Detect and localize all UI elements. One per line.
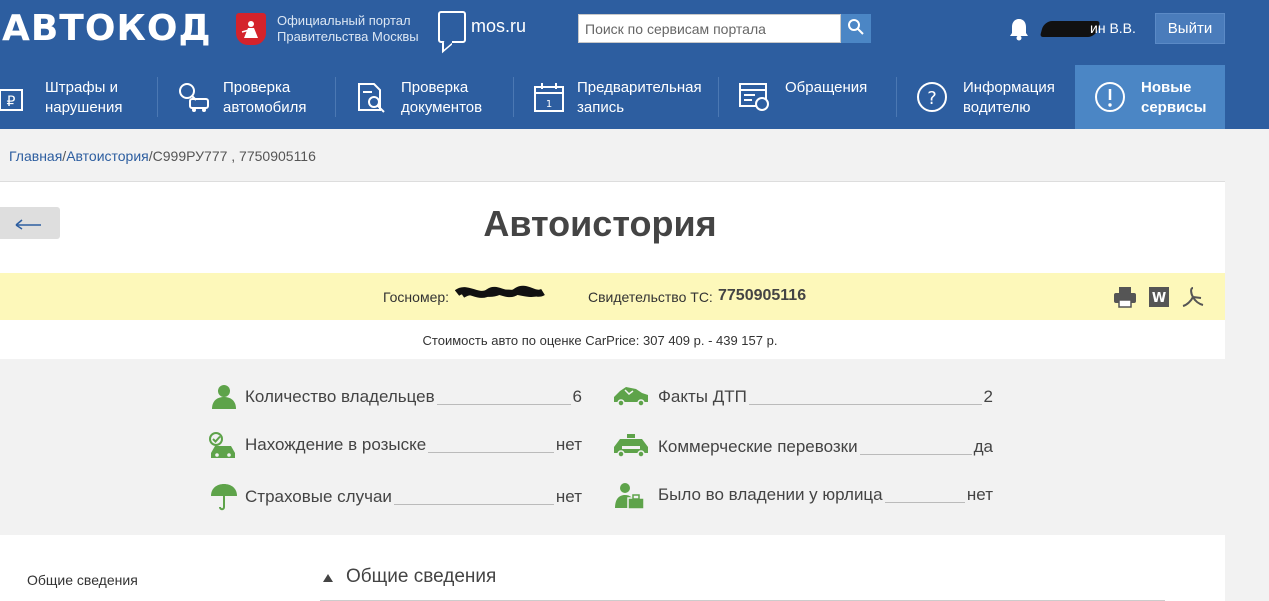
stat-value: нет — [553, 487, 582, 507]
carprice-estimate: Стоимость авто по оценке CarPrice: 307 4… — [422, 333, 778, 348]
portal-line-2: Правительства Москвы — [277, 29, 419, 44]
section-title-general-info[interactable]: Общие сведения — [346, 566, 496, 588]
bell-icon[interactable] — [1008, 17, 1030, 41]
stat-value: 6 — [570, 387, 582, 407]
stat-wanted: Нахождение в розыске нет — [207, 431, 582, 459]
taxi-icon — [614, 434, 648, 457]
nav-label-line1: Проверка — [223, 79, 291, 96]
stat-label: Было во владении у юрлица — [658, 485, 885, 505]
nav-item-fines[interactable]: ₽ Штрафы и нарушения — [0, 65, 157, 129]
user-menu[interactable]: ин В.В. — [1039, 20, 1142, 40]
stat-label: Количество владельцев — [245, 387, 437, 407]
pdf-icon[interactable] — [1181, 286, 1205, 308]
nav-label-line1: Проверка — [401, 79, 469, 96]
svg-text:1: 1 — [546, 99, 552, 110]
nav-label-line1: Новые — [1141, 79, 1192, 96]
breadcrumb-history[interactable]: Автоистория — [66, 148, 149, 164]
nav-label-line1: Обращения — [785, 79, 868, 96]
person-icon — [212, 385, 236, 409]
appeal-icon — [739, 83, 769, 111]
vehicle-info-bar: Госномер: Свидетельство ТС: 7750905116 W — [0, 273, 1225, 320]
page-title: Автоистория — [483, 203, 717, 244]
nav-item-driver-info[interactable]: ? Информация водителю — [897, 65, 1075, 129]
umbrella-icon — [211, 484, 237, 511]
portal-caption[interactable]: Официальный портал Правительства Москвы — [277, 13, 419, 45]
calendar-icon: 1 — [534, 83, 564, 112]
nav-item-check-car[interactable]: Проверка автомобиля — [158, 65, 335, 129]
search-input[interactable] — [578, 14, 841, 43]
print-icon[interactable] — [1113, 286, 1137, 308]
nav-item-check-documents[interactable]: Проверка документов — [336, 65, 513, 129]
plate-label: Госномер: — [383, 289, 450, 305]
stat-label: Коммерческие перевозки — [658, 437, 860, 457]
certificate-number: 7750905116 — [718, 287, 807, 304]
document-search-icon — [358, 83, 385, 113]
user-name: ин В.В. — [1090, 20, 1136, 36]
ruble-document-icon: ₽ — [0, 89, 23, 111]
nav-label-line2: сервисы — [1141, 99, 1207, 116]
search-button[interactable] — [841, 14, 871, 43]
nav-item-appeals[interactable]: Обращения — [719, 65, 896, 129]
exclamation-icon — [1095, 82, 1125, 112]
nav-label-line1: Информация — [963, 79, 1055, 96]
crashed-car-icon — [614, 387, 648, 407]
stat-value: да — [971, 437, 993, 457]
breadcrumb-current: С999РУ777 , 7750905116 — [152, 148, 316, 164]
speech-bubble-icon — [438, 11, 466, 43]
moscow-coat-of-arms-icon[interactable] — [236, 13, 266, 45]
nav-item-new-services[interactable]: Новые сервисы — [1075, 65, 1225, 129]
nav-label-line2: автомобиля — [223, 99, 307, 116]
sidebar-item-general-info[interactable]: Общие сведения — [27, 572, 138, 588]
svg-text:₽: ₽ — [7, 94, 16, 110]
certificate-label: Свидетельство ТС: — [588, 289, 713, 305]
nav-label-line1: Предварительная — [577, 79, 702, 96]
top-bar: АВТОКОД Официальный портал Правительства… — [0, 0, 1269, 65]
stat-accidents: Факты ДТП 2 — [612, 383, 993, 411]
svg-text:W: W — [1152, 291, 1166, 306]
collapse-arrow-icon[interactable] — [323, 574, 333, 582]
search-icon — [848, 19, 864, 35]
redaction-mark — [455, 285, 545, 298]
breadcrumb-home[interactable]: Главная — [9, 148, 62, 164]
nav-item-appointment[interactable]: 1 Предварительная запись — [514, 65, 718, 129]
car-search-icon — [179, 83, 209, 112]
mos-ru-link[interactable]: mos.ru — [471, 16, 526, 37]
breadcrumb: Главная/Автоистория/С999РУ777 , 77509051… — [9, 148, 316, 164]
stat-insurance: Страховые случаи нет — [210, 483, 582, 511]
nav-label-line2: водителю — [963, 99, 1031, 116]
stat-value: нет — [553, 435, 582, 455]
nav-label-line2: документов — [401, 99, 483, 116]
main-nav: ₽ Штрафы и нарушения Проверка автомобиля… — [0, 65, 1269, 129]
stat-label: Страховые случаи — [245, 487, 394, 507]
stat-value: нет — [964, 485, 993, 505]
avtokod-logo[interactable]: АВТОКОД — [2, 9, 212, 49]
svg-text:?: ? — [927, 88, 937, 109]
stat-owners: Количество владельцев 6 — [210, 383, 582, 411]
stat-value: 2 — [981, 387, 993, 407]
nav-label-line2: нарушения — [45, 99, 123, 116]
stat-label: Нахождение в розыске — [245, 435, 429, 455]
nav-label-line2: запись — [577, 99, 625, 116]
nav-label-line1: Штрафы и — [45, 79, 118, 96]
stat-legal-entity: Было во владении у юрлица нет — [612, 481, 993, 510]
stat-label: Факты ДТП — [658, 387, 749, 407]
portal-line-1: Официальный портал — [277, 13, 411, 28]
question-icon: ? — [917, 82, 947, 112]
car-checked-icon — [209, 432, 235, 458]
stat-commercial: Коммерческие перевозки да — [612, 433, 993, 461]
businessman-icon — [615, 483, 645, 510]
word-document-icon[interactable]: W — [1148, 286, 1170, 308]
logout-button[interactable]: Выйти — [1155, 13, 1225, 44]
